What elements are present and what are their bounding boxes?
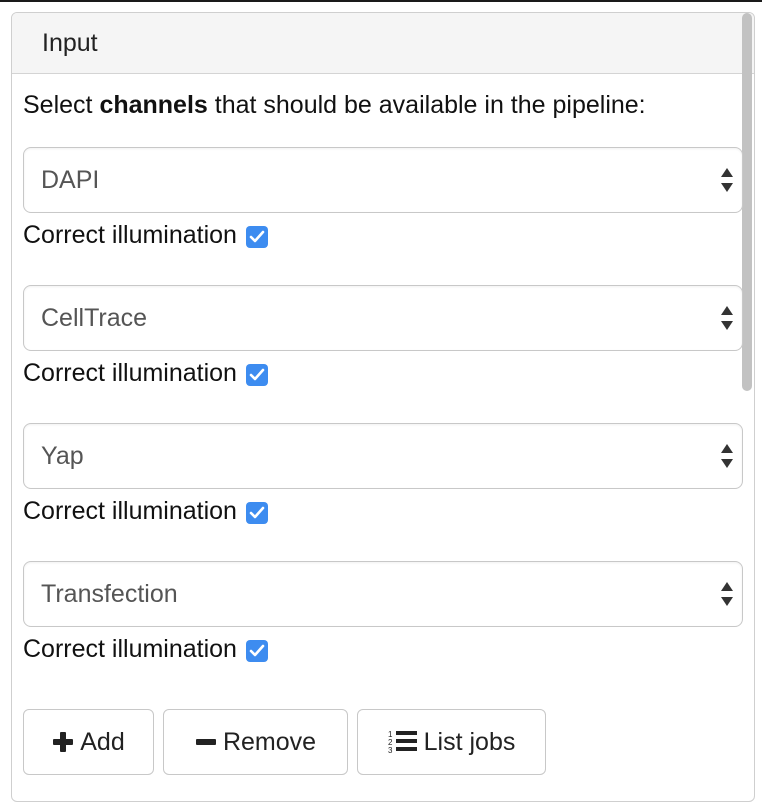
channel-select-3[interactable]: Yap	[23, 423, 743, 489]
remove-button[interactable]: Remove	[163, 709, 348, 775]
scrollbar-thumb[interactable]	[742, 13, 752, 391]
list-jobs-button-label: List jobs	[423, 727, 516, 756]
up-down-arrows-icon	[721, 168, 733, 192]
checkmark-icon	[249, 506, 265, 518]
correct-illumination-checkbox-3[interactable]	[245, 501, 268, 524]
correct-illumination-checkbox-4[interactable]	[245, 639, 268, 662]
correct-illumination-row-4: Correct illumination	[23, 635, 268, 664]
minus-icon	[195, 731, 217, 753]
panel-header: Input	[12, 13, 754, 74]
checkmark-icon	[249, 230, 265, 242]
channel-select-value: Yap	[41, 441, 84, 470]
channel-select-4[interactable]: Transfection	[23, 561, 743, 627]
correct-illumination-label: Correct illumination	[23, 497, 237, 525]
add-button-label: Add	[80, 727, 125, 756]
up-down-arrows-icon	[721, 444, 733, 468]
channel-select-2[interactable]: CellTrace	[23, 285, 743, 351]
up-down-arrows-icon	[721, 306, 733, 330]
correct-illumination-row-2: Correct illumination	[23, 359, 268, 388]
remove-button-label: Remove	[222, 727, 317, 756]
correct-illumination-label: Correct illumination	[23, 221, 237, 249]
panel-title: Input	[42, 28, 98, 57]
list-jobs-button[interactable]: 1 2 3 List jobs	[357, 709, 546, 775]
channel-select-value: Transfection	[41, 579, 178, 608]
instruction-text: Select channels that should be available…	[23, 91, 646, 119]
correct-illumination-label: Correct illumination	[23, 359, 237, 387]
plus-icon	[52, 731, 74, 753]
correct-illumination-label: Correct illumination	[23, 635, 237, 663]
up-down-arrows-icon	[721, 582, 733, 606]
instruction-bold: channels	[99, 91, 208, 119]
correct-illumination-row-3: Correct illumination	[23, 497, 268, 526]
correct-illumination-row-1: Correct illumination	[23, 221, 268, 250]
correct-illumination-checkbox-1[interactable]	[245, 225, 268, 248]
window-top-border	[0, 0, 762, 2]
checkmark-icon	[249, 644, 265, 656]
svg-text:3: 3	[388, 746, 393, 755]
correct-illumination-checkbox-2[interactable]	[245, 363, 268, 386]
checkmark-icon	[249, 368, 265, 380]
channel-select-1[interactable]: DAPI	[23, 147, 743, 213]
channel-select-value: DAPI	[41, 165, 100, 194]
add-button[interactable]: Add	[23, 709, 154, 775]
input-panel: Input Select channels that should be ava…	[11, 12, 755, 802]
ordered-list-icon: 1 2 3	[388, 729, 418, 755]
channel-select-value: CellTrace	[41, 303, 148, 332]
scrollbar[interactable]	[740, 13, 754, 801]
